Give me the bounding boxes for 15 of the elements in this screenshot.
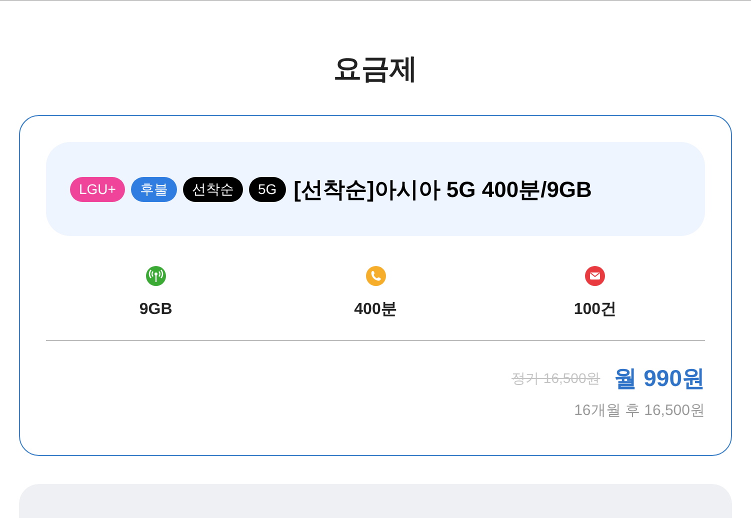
phone-icon — [366, 266, 386, 286]
signal-icon — [146, 266, 166, 286]
monthly-price: 월 990원 — [614, 364, 705, 393]
page-title: 요금제 — [334, 52, 418, 86]
original-price: 정가 16,500원 — [512, 368, 600, 388]
plan-tag: 5G — [248, 176, 286, 202]
plan-name: [선착순]아시아 5G 400분/9GB — [294, 176, 592, 204]
plan-tag: 후불 — [130, 176, 177, 202]
envelope-icon — [585, 266, 606, 286]
spec-value: 400분 — [354, 300, 397, 320]
plan-tag: LGU+ — [70, 176, 125, 202]
spec-value: 9GB — [139, 300, 172, 320]
spec-value: 100건 — [574, 300, 617, 320]
plan-tag: 선착순 — [182, 176, 243, 202]
after-price: 16개월 후 16,500원 — [574, 400, 705, 420]
